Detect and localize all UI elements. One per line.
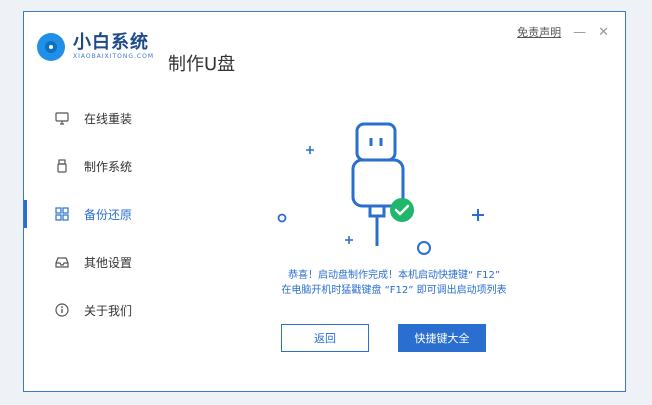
close-button[interactable]: ✕ <box>598 25 609 40</box>
logo-icon <box>37 33 65 61</box>
sidebar-item-other-settings[interactable]: 其他设置 <box>24 238 154 286</box>
success-message-line2: 在电脑开机时猛戳键盘 “F12” 即可调出启动项列表 <box>281 285 507 296</box>
info-icon <box>54 302 70 318</box>
sidebar-item-label: 制作系统 <box>84 159 133 174</box>
usb-icon <box>54 158 70 174</box>
success-message: 恭喜！启动盘制作完成！本机启动快捷键“ F12” 在电脑开机时猛戳键盘 “F12… <box>244 268 544 298</box>
plus-icon <box>345 236 353 244</box>
sidebar-item-label: 在线重装 <box>84 111 133 126</box>
grid-icon <box>54 206 70 222</box>
minimize-button[interactable]: — <box>573 25 586 40</box>
brand-name: 小白系统 <box>73 32 149 53</box>
sidebar: 在线重装 制作系统 备份还原 其他设置 关于我们 <box>24 94 154 334</box>
check-circle-icon <box>390 198 414 222</box>
monitor-icon <box>54 110 70 126</box>
sidebar-item-make-system[interactable]: 制作系统 <box>24 142 154 190</box>
sidebar-item-label: 其他设置 <box>84 255 133 270</box>
usb-drive-icon <box>351 122 405 246</box>
success-message-line1: 恭喜！启动盘制作完成！本机启动快捷键“ F12” <box>287 270 501 281</box>
ring-icon <box>277 213 287 223</box>
window-controls: 免责声明 — ✕ <box>517 24 609 40</box>
ring-icon <box>417 241 431 255</box>
usb-success-illustration <box>264 112 504 262</box>
plus-icon <box>306 146 314 154</box>
app-window: 小白系统 XIAOBAIXITONG.COM 制作U盘 免责声明 — ✕ 在线重… <box>23 11 626 392</box>
sidebar-item-about-us[interactable]: 关于我们 <box>24 286 154 334</box>
sidebar-item-backup-restore[interactable]: 备份还原 <box>24 190 154 238</box>
tray-icon <box>54 254 70 270</box>
sidebar-item-online-reinstall[interactable]: 在线重装 <box>24 94 154 142</box>
sidebar-item-label: 关于我们 <box>84 303 133 318</box>
brand: 小白系统 XIAOBAIXITONG.COM <box>37 33 154 61</box>
brand-subtitle: XIAOBAIXITONG.COM <box>73 53 154 60</box>
shortcut-keys-button[interactable]: 快捷键大全 <box>398 324 486 352</box>
disclaimer-link[interactable]: 免责声明 <box>517 24 561 40</box>
sidebar-item-label: 备份还原 <box>84 207 133 222</box>
plus-icon <box>472 209 484 221</box>
page-title: 制作U盘 <box>168 54 236 75</box>
back-button[interactable]: 返回 <box>281 324 369 352</box>
